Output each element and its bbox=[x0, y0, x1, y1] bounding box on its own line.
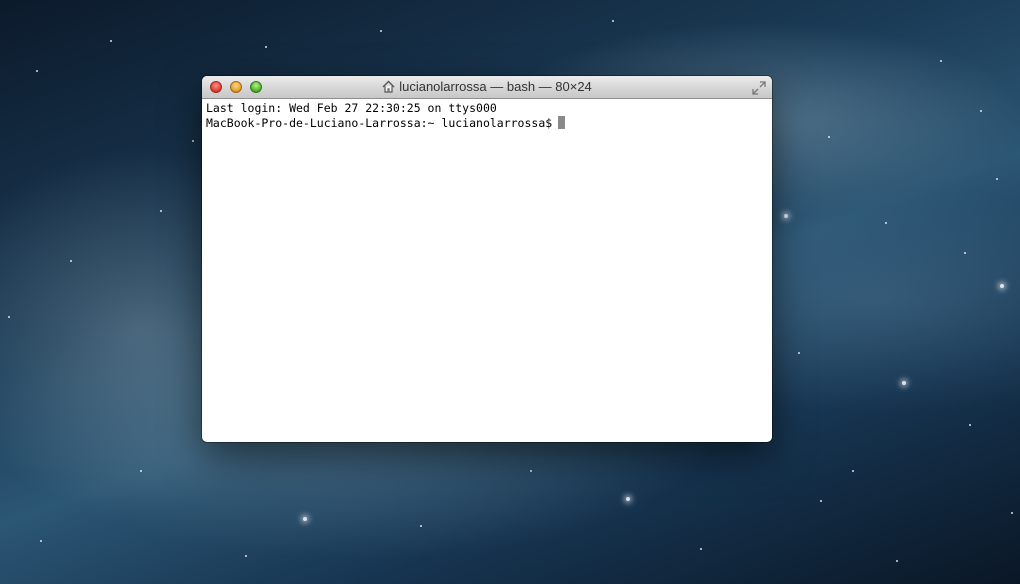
prompt-line: MacBook-Pro-de-Luciano-Larrossa:~ lucian… bbox=[206, 116, 768, 131]
terminal-window[interactable]: lucianolarrossa — bash — 80×24 Last logi… bbox=[202, 76, 772, 442]
fullscreen-icon[interactable] bbox=[752, 80, 766, 99]
window-title: lucianolarrossa — bash — 80×24 bbox=[202, 79, 772, 96]
window-title-text: lucianolarrossa — bash — 80×24 bbox=[399, 79, 592, 94]
terminal-content[interactable]: Last login: Wed Feb 27 22:30:25 on ttys0… bbox=[202, 99, 772, 442]
last-login-line: Last login: Wed Feb 27 22:30:25 on ttys0… bbox=[206, 101, 497, 115]
home-icon bbox=[382, 80, 395, 96]
window-titlebar[interactable]: lucianolarrossa — bash — 80×24 bbox=[202, 76, 772, 99]
text-cursor bbox=[558, 116, 566, 129]
shell-prompt: MacBook-Pro-de-Luciano-Larrossa:~ lucian… bbox=[206, 116, 553, 130]
